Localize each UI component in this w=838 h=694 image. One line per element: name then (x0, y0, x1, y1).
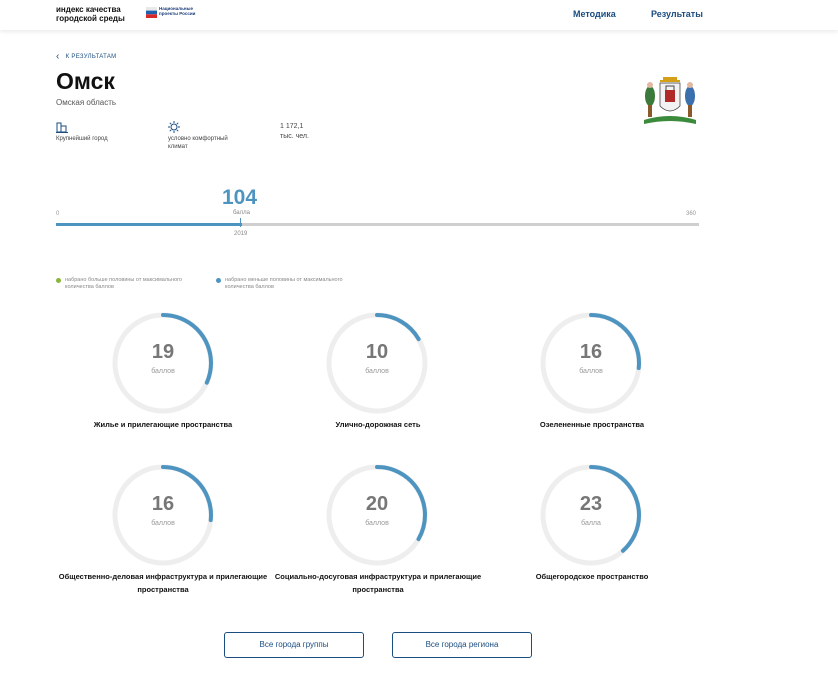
category-label: Улично-дорожная сеть (335, 420, 421, 429)
category-score-value: 16 (579, 341, 603, 363)
all-cities-group-button[interactable]: Все города группы (224, 632, 364, 658)
back-to-results-link[interactable]: ‹ К РЕЗУЛЬТАТАМ (56, 51, 116, 62)
population-label: 1 172,1 тыс. чел. (280, 123, 309, 140)
total-score-value: 104 (222, 186, 258, 209)
legend-dot-green (56, 278, 61, 283)
category-score-ring: 10 баллов (322, 308, 432, 418)
score-progress-marker (240, 218, 241, 227)
fact-city-size-label: Крупнейший город (56, 136, 108, 142)
category-score-ring: 16 баллов (536, 308, 646, 418)
category-label: Общественно-деловая инфраструктура и при… (58, 572, 268, 594)
category-score-unit: баллов (151, 368, 175, 375)
score-axis-max: 360 (686, 211, 697, 217)
city-title: Омск (56, 68, 115, 94)
category-score-ring: 16 баллов (108, 460, 218, 570)
legend-text: набрано меньше половины от максимального… (225, 277, 343, 290)
category-score-value: 19 (151, 341, 175, 363)
category-score-unit: баллов (579, 368, 603, 375)
site-logo-text[interactable]: индекс качества городской среды (56, 5, 136, 23)
national-projects-icon (146, 7, 157, 18)
legend-text: набрано больше половины от максимального… (65, 277, 182, 290)
all-cities-region-button[interactable]: Все города региона (392, 632, 532, 658)
score-year: 2019 (234, 231, 248, 237)
fact-climate-label: условно комфортный климат (168, 136, 228, 150)
legend-dot-blue (216, 278, 221, 283)
category-score-unit: баллов (151, 520, 175, 527)
top-header: индекс качества городской среды Национал… (0, 0, 838, 30)
category-score-ring: 20 баллов (322, 460, 432, 570)
region-name: Омская область (56, 98, 117, 107)
category-score-ring: 19 баллов (108, 308, 218, 418)
chevron-left-icon: ‹ (56, 51, 60, 62)
nav-results-link[interactable]: Результаты (651, 9, 703, 19)
category-label: Жилье и прилегающие пространства (93, 420, 233, 429)
nav-methodology-link[interactable]: Методика (573, 9, 616, 19)
category-label: Общегородское пространство (535, 572, 649, 581)
score-progress-bar (56, 223, 699, 226)
category-score-value: 16 (151, 493, 175, 515)
category-score-value: 20 (365, 493, 389, 515)
national-projects-logo[interactable]: Национальные проекты России (146, 6, 206, 22)
fact-population: 1 172,1 тыс. чел. (280, 122, 309, 142)
category-label: Социально-досуговая инфраструктура и при… (274, 572, 482, 594)
score-progress-fill (56, 223, 242, 226)
category-score-unit: баллов (365, 520, 389, 527)
category-score-unit: балла (581, 520, 601, 527)
total-score-unit: балла (233, 210, 250, 216)
score-axis-min: 0 (56, 211, 60, 217)
category-label: Озелененные пространства (539, 420, 645, 429)
national-projects-label: Национальные проекты России (159, 6, 196, 16)
category-score-value: 10 (365, 341, 389, 363)
category-score-unit: баллов (365, 368, 389, 375)
coat-of-arms-image (644, 77, 696, 124)
back-label: К РЕЗУЛЬТАТАМ (65, 54, 117, 60)
category-score-value: 23 (579, 493, 603, 515)
climate-sun-icon (168, 121, 180, 133)
city-building-icon (56, 122, 68, 133)
category-score-ring: 23 балла (536, 460, 646, 570)
